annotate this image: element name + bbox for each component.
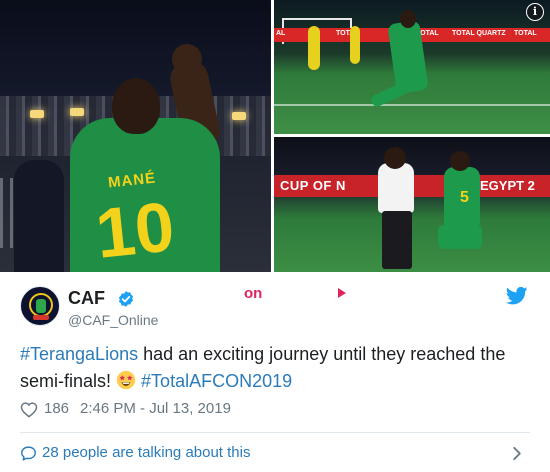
avatar[interactable] [20,286,60,326]
stadium-light [70,108,84,116]
ad-text: TOTAL [514,30,537,37]
on-label: on [244,285,263,302]
photo-player-celebrating[interactable]: AL TOTAL TOTAL TOTAL QUARTZ TOTAL [274,0,550,134]
player-yellow-kit [308,26,320,70]
verified-icon [118,291,134,307]
player-head [112,78,160,134]
pitch-line [274,104,550,106]
avatar-logo-base [33,315,49,320]
tweet-text: #TerangaLions had an exciting journey un… [20,341,535,395]
tweet-author[interactable]: CAF @CAF_Online on [20,285,530,330]
timestamp[interactable]: 2:46 PM - Jul 13, 2019 [80,400,231,417]
speech-bubble-icon [21,446,36,461]
twitter-bird-icon[interactable] [506,286,528,306]
display-name[interactable]: CAF [68,288,105,309]
heart-icon[interactable] [20,401,38,418]
jersey-number: 10 [92,187,178,272]
player-hand [172,44,202,74]
ad-text: AL [276,30,286,37]
official-in-suit [14,160,64,272]
ad-text: TOTAL QUARTZ [452,30,506,37]
like-count[interactable]: 186 [44,400,69,417]
coach-white-shirt [378,163,414,213]
coach-head [384,147,406,169]
avatar-logo-trophy [36,299,46,313]
info-icon[interactable]: i [526,3,544,21]
player-head [400,10,416,28]
cup-banner-text: CUP OF N [280,178,346,193]
talking-about-label[interactable]: 28 people are talking about this [42,444,250,461]
coach-trousers [382,211,412,269]
screen-name[interactable]: @CAF_Online [68,312,158,328]
hashtag-teranga-lions[interactable]: #TerangaLions [20,344,138,364]
player-shorts [438,225,482,249]
play-icon [338,288,346,298]
talking-about-link[interactable]: 28 people are talking about this [20,444,530,464]
cup-banner-text: EGYPT 2 [480,178,535,193]
stadium-light [30,110,44,118]
chevron-right-icon[interactable] [512,446,522,461]
player-yellow-kit [350,26,360,64]
photo-coach-and-player[interactable]: CUP OF N EGYPT 2 5 [274,137,550,272]
stadium-light [232,112,246,120]
divider [20,432,530,433]
tweet-media-grid[interactable]: MANÉ 10 AL TOTAL TOTAL TOTAL QUARTZ TOTA… [0,0,550,272]
star-struck-emoji [116,370,136,390]
player-head [450,151,470,171]
photo-player-waving[interactable]: MANÉ 10 [0,0,271,272]
hashtag-total-afcon[interactable]: #TotalAFCON2019 [141,371,292,391]
jersey-number: 5 [460,189,470,206]
